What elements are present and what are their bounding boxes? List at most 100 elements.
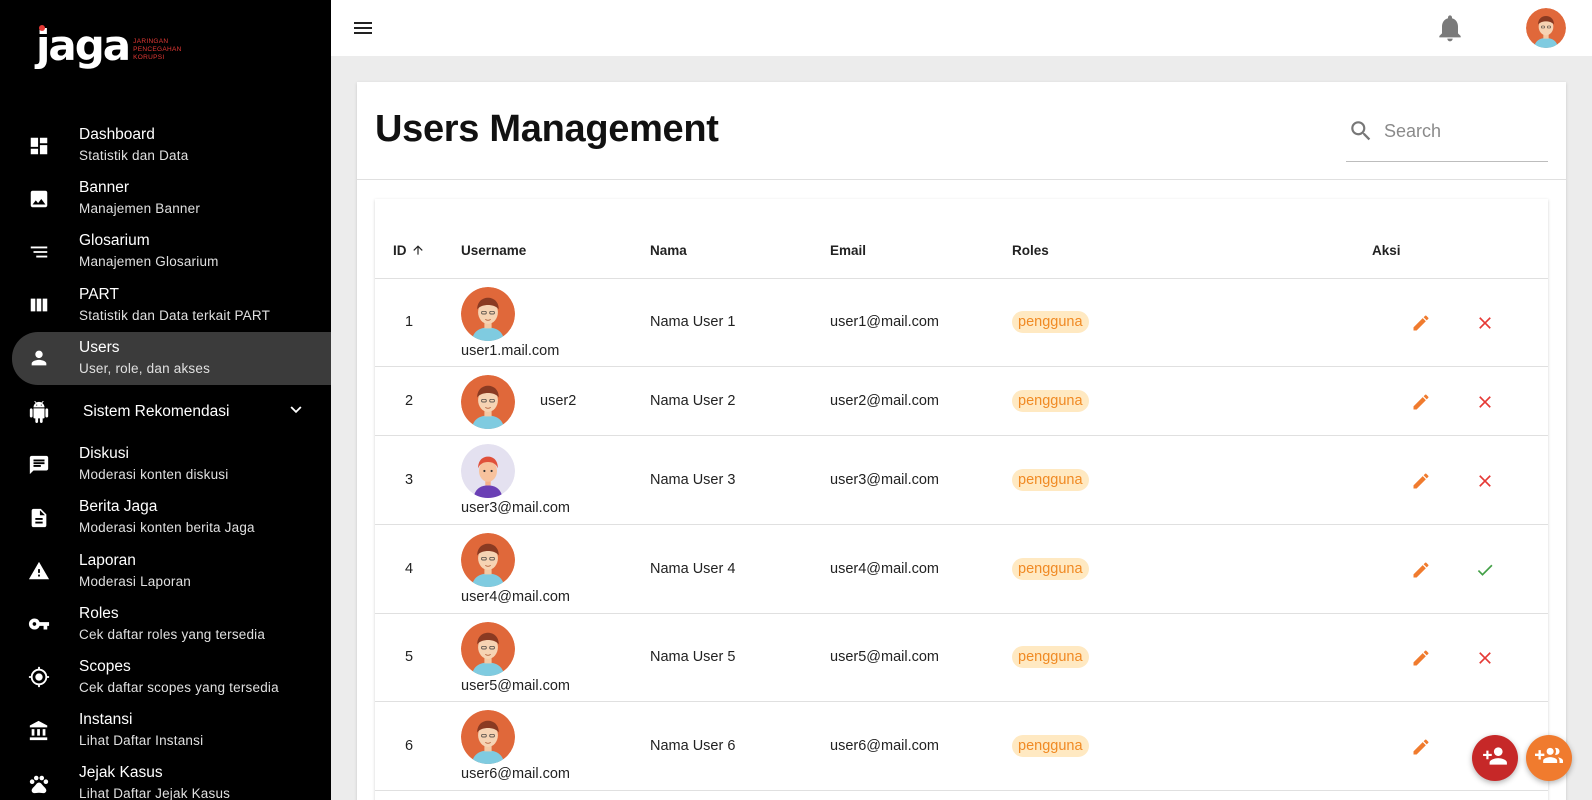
users-table: ID Username Nama Email Roles Aksi 1 user1… [375,199,1548,800]
email-cell: user3@mail.com [830,471,939,488]
username-text: user5@mail.com [461,678,570,694]
sidebar-item-text: Berita Jaga Moderasi konten berita Jaga [79,497,255,537]
warning-icon [28,560,50,582]
sidebar-item-diskusi[interactable]: Diskusi Moderasi konten diskusi [0,438,331,491]
paw-icon [28,773,50,795]
dashboard-icon [28,135,50,157]
column-header-roles[interactable]: Roles [1012,243,1049,258]
sidebar-item-text: Dashboard Statistik dan Data [79,125,188,165]
sidebar-item-sublabel: User, role, dan akses [79,360,211,376]
role-badge: pengguna [1012,468,1089,491]
column-header-aksi: Aksi [1372,243,1401,258]
edit-pencil-icon[interactable] [1411,471,1431,491]
sidebar-item-roles[interactable]: Roles Cek daftar roles yang tersedia [0,598,331,651]
edit-pencil-icon[interactable] [1411,313,1431,333]
column-header-id[interactable]: ID [393,243,425,260]
sidebar-item-text: Laporan Moderasi Laporan [79,551,191,591]
sidebar-item-text: Scopes Cek daftar scopes yang tersedia [79,657,279,697]
sidebar-item-berita-jaga[interactable]: Berita Jaga Moderasi konten berita Jaga [0,491,331,544]
users-management-card: Users Management ID Username Nama Email … [357,82,1566,800]
delete-x-icon[interactable] [1475,471,1495,491]
sidebar-item-sublabel: Lihat Daftar Jejak Kasus [79,786,231,800]
column-header-email[interactable]: Email [830,243,866,258]
avatar [461,374,515,429]
email-cell: user2@mail.com [830,392,939,409]
role-badge: pengguna [1012,311,1089,333]
sidebar-nav: Dashboard Statistik dan Data Banner Manajem… [0,119,331,800]
search-input[interactable] [1384,116,1534,146]
id-cell: 3 [405,471,414,488]
table-row[interactable]: 5 user5@mail.com Nama User 5 user5@mail.com… [375,614,1548,702]
sort-ascending-icon[interactable] [411,243,425,260]
sidebar-item-text: Sistem Rekomendasi [83,402,229,422]
logo-dot [39,25,45,31]
table-row[interactable]: 6 user6@mail.com Nama User 6 user6@mail.com… [375,702,1548,791]
email-cell: user1@mail.com [830,314,939,330]
jaga-logo[interactable]: jaga JARINGAN PENCEGAHAN KORUPSI [36,21,182,76]
nama-cell: Nama User 6 [650,737,736,754]
username-cell: user5@mail.com [461,622,570,694]
user-avatar[interactable] [1526,8,1566,48]
sidebar-item-text: Diskusi Moderasi konten diskusi [79,444,228,484]
logo-sub-line: PENCEGAHAN [133,46,182,53]
role-badge: pengguna [1012,734,1089,757]
logo-sub-line: JARINGAN [133,38,169,45]
sidebar-item-users[interactable]: Users User, role, dan akses [12,331,331,385]
add-group-button[interactable] [1526,735,1572,781]
search-icon[interactable] [1348,118,1374,144]
add-user-button[interactable] [1472,735,1518,781]
edit-pencil-icon[interactable] [1411,648,1431,668]
delete-x-icon[interactable] [1475,392,1495,412]
menu-icon[interactable] [351,16,375,40]
approve-check-icon[interactable] [1475,560,1495,580]
target-icon [28,666,50,688]
delete-x-icon[interactable] [1475,313,1495,333]
sidebar-item-label: Roles [79,604,119,622]
column-header-username[interactable]: Username [461,243,526,258]
sidebar-item-banner[interactable]: Banner Manajemen Banner [0,172,331,225]
notification-bell-icon[interactable] [1434,12,1466,44]
table-row[interactable]: 2 user2 Nama User 2 user2@mail.com pengguna [375,367,1548,436]
table-row[interactable]: 4 user4@mail.com Nama User 4 user4@mail.com… [375,525,1548,614]
sidebar-item-dashboard[interactable]: Dashboard Statistik dan Data [0,119,331,172]
sidebar-item-sublabel: Manajemen Banner [79,201,201,217]
sidebar-item-label: Users [79,338,120,356]
username-cell: user4@mail.com [461,533,570,605]
table-row[interactable]: 1 user1.mail.com Nama User 1 user1@mail.com… [375,279,1548,367]
nama-cell: Nama User 3 [650,471,736,488]
edit-pencil-icon[interactable] [1411,737,1431,757]
sidebar-item-jejak-kasus[interactable]: Jejak Kasus Lihat Daftar Jejak Kasus [0,757,331,800]
logo-word: jaga [36,21,131,70]
username-text: user1.mail.com [461,343,560,359]
sidebar-item-laporan[interactable]: Laporan Moderasi Laporan [0,545,331,598]
id-cell: 1 [405,314,414,330]
sidebar-item-label: Jejak Kasus [79,764,163,782]
role-badge: pengguna [1012,389,1089,412]
id-cell: 4 [405,560,414,577]
avatar [461,287,515,341]
email-cell: user5@mail.com [830,649,939,665]
sidebar-item-part[interactable]: PART Statistik dan Data terkait PART [0,279,331,332]
chevron-down-icon[interactable] [285,398,307,425]
edit-pencil-icon[interactable] [1411,392,1431,412]
sidebar-item-glosarium[interactable]: Glosarium Manajemen Glosarium [0,225,331,278]
nama-cell: Nama User 4 [650,560,736,577]
sidebar-item-instansi[interactable]: Instansi Lihat Daftar Instansi [0,704,331,757]
sidebar-item-text: Jejak Kasus Lihat Daftar Jejak Kasus [79,763,230,800]
image-icon [28,188,50,210]
sidebar-item-sublabel: Statistik dan Data terkait PART [79,307,271,323]
sidebar-item-scopes[interactable]: Scopes Cek daftar scopes yang tersedia [0,651,331,704]
android-icon [28,400,50,423]
avatar [461,444,515,498]
sidebar-item-sublabel: Moderasi konten diskusi [79,467,229,483]
sidebar-item-label: Banner [79,179,129,197]
delete-x-icon[interactable] [1475,648,1495,668]
sidebar-item-label: Diskusi [79,445,129,463]
table-row[interactable]: 3 user3@mail.com Nama User 3 user3@mail.com… [375,436,1548,525]
sidebar-item-text: Glosarium Manajemen Glosarium [79,231,219,271]
nama-cell: Nama User 5 [650,649,736,665]
edit-pencil-icon[interactable] [1411,560,1431,580]
sidebar-item-label: Scopes [79,657,131,675]
sidebar-item-sistem-rekomendasi[interactable]: Sistem Rekomendasi [0,385,331,438]
column-header-nama[interactable]: Nama [650,243,687,258]
